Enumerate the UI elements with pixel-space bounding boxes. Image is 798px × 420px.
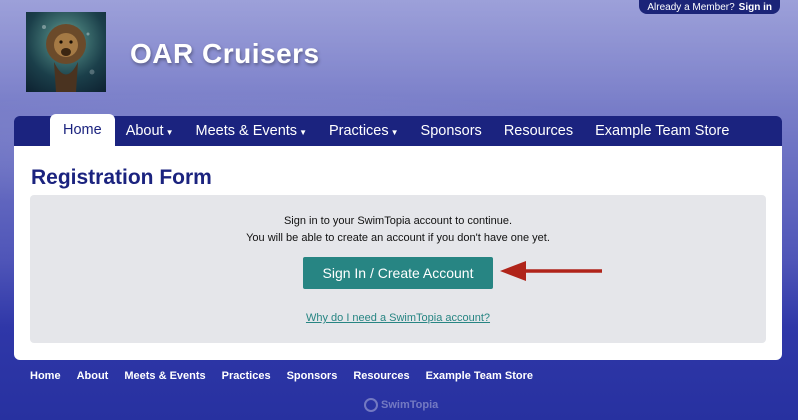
- footer-link-resources[interactable]: Resources: [353, 370, 409, 382]
- nav-item-label: About: [125, 123, 164, 139]
- background-wave-top: [0, 0, 798, 110]
- team-logo[interactable]: [26, 12, 106, 92]
- sign-in-create-account-button[interactable]: Sign In / Create Account: [303, 257, 493, 289]
- main-content: Registration Form Sign in to your SwimTo…: [14, 146, 782, 360]
- nav-item-resources[interactable]: Resources: [493, 116, 584, 146]
- nav-item-about[interactable]: About ▼: [115, 116, 185, 146]
- member-prompt: Already a Member?: [647, 1, 735, 13]
- nav-item-meets-events[interactable]: Meets & Events ▼: [185, 116, 318, 146]
- nav-item-home[interactable]: Home: [50, 114, 115, 146]
- nav-item-label: Practices: [328, 123, 389, 139]
- footer-link-team-store[interactable]: Example Team Store: [426, 370, 533, 382]
- nav-item-label: Example Team Store: [595, 123, 730, 139]
- nav-item-team-store[interactable]: Example Team Store: [584, 116, 740, 146]
- caret-down-icon: ▼: [165, 127, 174, 137]
- nav-item-label: Home: [63, 122, 102, 138]
- caret-down-icon: ▼: [299, 127, 307, 137]
- signin-panel: Sign in to your SwimTopia account to con…: [30, 195, 766, 343]
- member-signin-bar: Already a Member? Sign in: [639, 0, 780, 14]
- footer-nav: Home About Meets & Events Practices Spon…: [30, 370, 549, 382]
- footer-link-meets-events[interactable]: Meets & Events: [124, 370, 205, 382]
- footer-link-sponsors[interactable]: Sponsors: [287, 370, 338, 382]
- swimtopia-brand[interactable]: SwimTopia: [364, 398, 438, 412]
- red-arrow-pointer-icon: [500, 261, 602, 281]
- swimtopia-brand-label: SwimTopia: [381, 399, 439, 411]
- sign-in-link[interactable]: Sign in: [739, 2, 772, 13]
- footer-link-practices[interactable]: Practices: [222, 370, 271, 382]
- signin-message-line1: Sign in to your SwimTopia account to con…: [283, 215, 513, 227]
- nav-item-practices[interactable]: Practices ▼: [318, 116, 410, 146]
- page-title: Registration Form: [31, 166, 212, 189]
- main-nav: Home About ▼ Meets & Events ▼ Practices ▼ S…: [14, 114, 782, 146]
- nav-item-sponsors[interactable]: Sponsors: [410, 116, 493, 146]
- why-account-link[interactable]: Why do I need a SwimTopia account?: [30, 312, 766, 324]
- footer-link-about[interactable]: About: [77, 370, 109, 382]
- nav-item-label: Resources: [503, 123, 574, 139]
- nav-item-label: Sponsors: [420, 123, 482, 139]
- lion-logo-icon: [42, 24, 95, 92]
- site-title[interactable]: OAR Cruisers: [130, 38, 320, 70]
- nav-item-label: Meets & Events: [195, 123, 298, 139]
- signin-message-line2: You will be able to create an account if…: [246, 232, 550, 244]
- footer-link-home[interactable]: Home: [30, 370, 61, 382]
- caret-down-icon: ▼: [390, 127, 399, 137]
- swimtopia-logo-icon: [364, 398, 378, 412]
